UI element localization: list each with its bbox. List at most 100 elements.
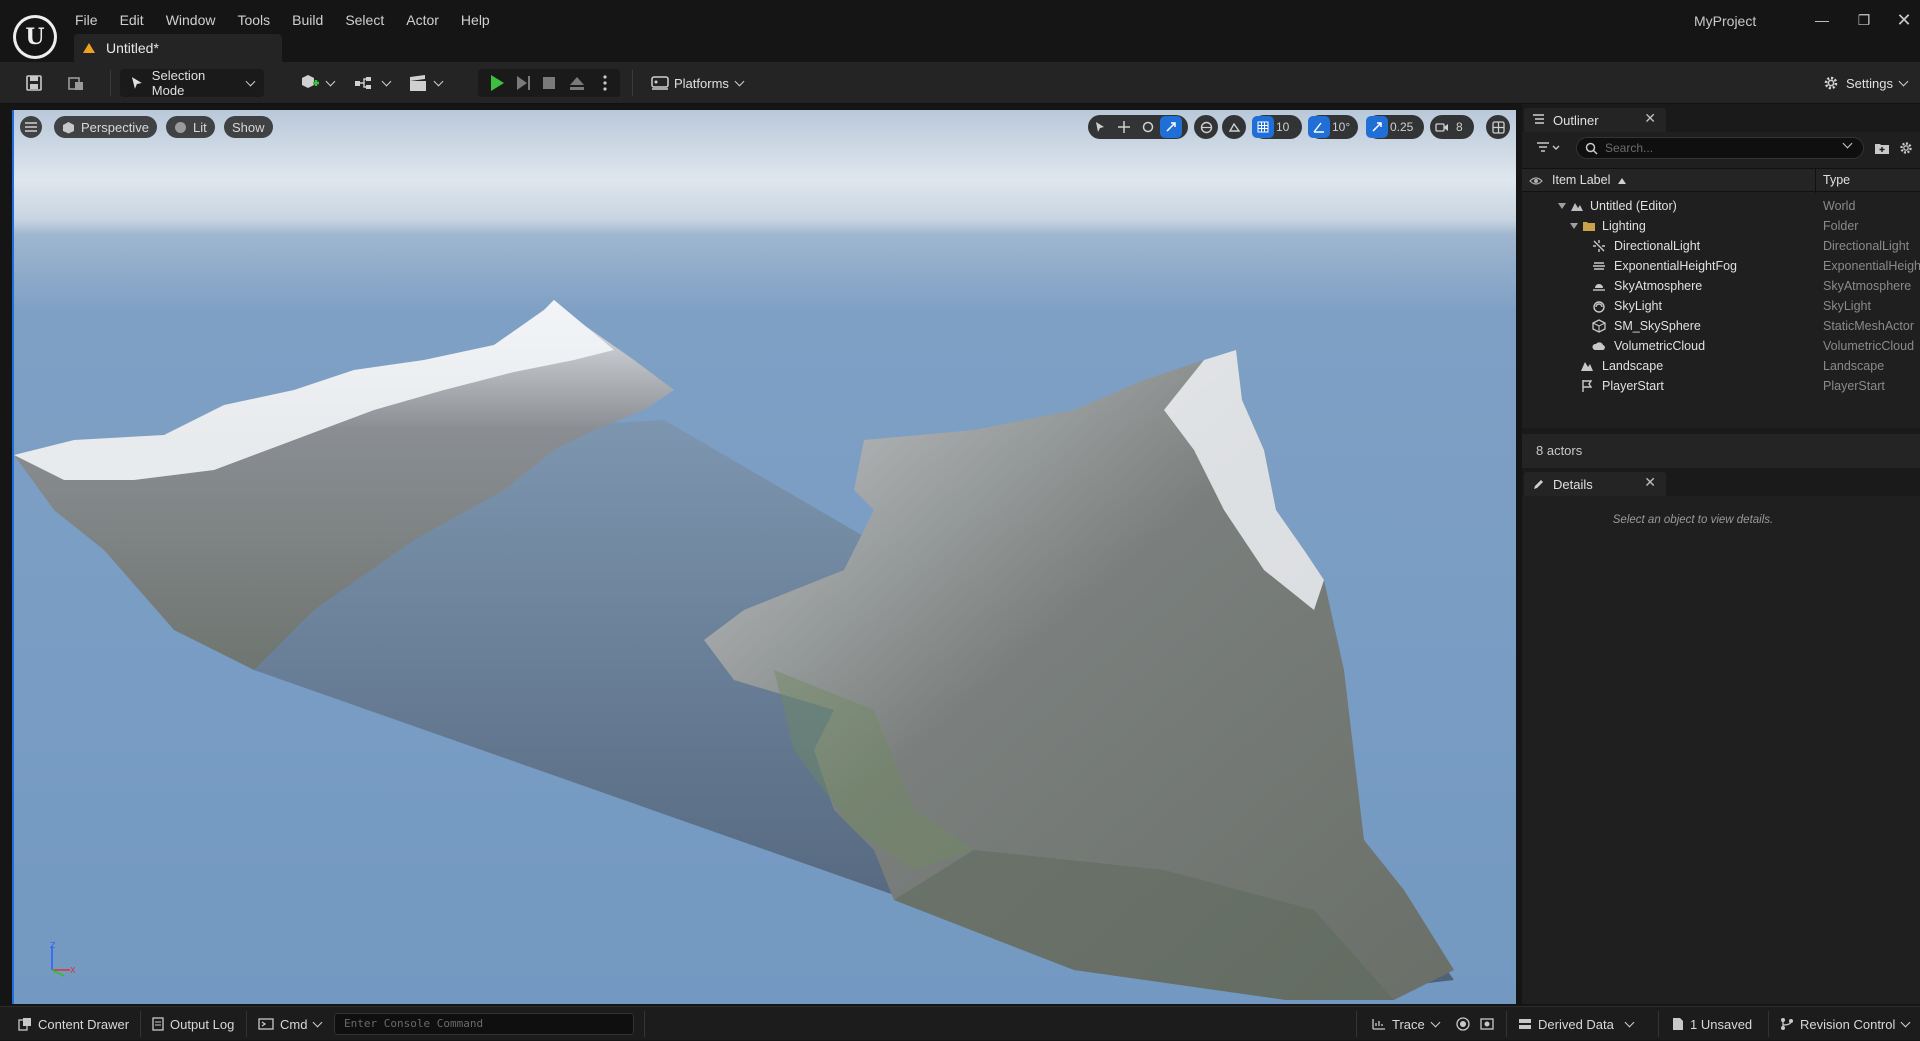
menu-window[interactable]: Window: [155, 10, 227, 30]
row-label: SkyAtmosphere: [1614, 279, 1703, 293]
revision-control-dropdown[interactable]: Revision Control: [1780, 1007, 1911, 1041]
search-icon: [1585, 142, 1598, 155]
advance-frame-icon[interactable]: [514, 74, 532, 92]
row-type: SkyLight: [1823, 299, 1871, 313]
expand-arrow-icon[interactable]: [1570, 223, 1578, 229]
status-separator: [140, 1011, 141, 1037]
settings-dropdown[interactable]: Settings: [1812, 69, 1917, 97]
move-tool-icon[interactable]: [1112, 115, 1136, 139]
fog-icon: [1593, 262, 1605, 270]
outliner-row-sky-atmosphere[interactable]: SkyAtmosphere SkyAtmosphere: [1522, 276, 1920, 296]
rotation-snap-control[interactable]: 10°: [1308, 115, 1358, 139]
scale-tool-icon[interactable]: [1160, 116, 1182, 138]
play-icon[interactable]: [488, 74, 506, 92]
viewport-toolbar: Perspective Lit Show 10 10° 0.25 8: [14, 110, 1516, 144]
outliner-search-input[interactable]: Search...: [1576, 137, 1864, 159]
row-label: Untitled (Editor): [1590, 199, 1677, 213]
perspective-button[interactable]: Perspective: [54, 116, 157, 138]
transform-tools: [1088, 115, 1188, 139]
select-tool-icon[interactable]: [1088, 115, 1112, 139]
unsaved-label: 1 Unsaved: [1690, 1016, 1753, 1032]
save-icon[interactable]: [24, 73, 44, 93]
outliner-icon: [1533, 114, 1544, 124]
player-start-icon: [1582, 380, 1593, 392]
unsaved-file-icon: [1673, 1018, 1683, 1030]
cube-icon: [63, 121, 74, 133]
outliner-row-world[interactable]: Untitled (Editor) World: [1522, 196, 1920, 216]
restore-icon[interactable]: ❐: [1854, 10, 1874, 30]
level-viewport[interactable]: Perspective Lit Show 10 10° 0.25 8 Z X: [12, 110, 1516, 1004]
unreal-logo[interactable]: U: [13, 15, 57, 59]
outliner-row-landscape[interactable]: Landscape Landscape: [1522, 356, 1920, 376]
cmd-dropdown[interactable]: Cmd: [258, 1007, 323, 1041]
menu-actor[interactable]: Actor: [395, 10, 450, 30]
menu-file[interactable]: File: [64, 10, 109, 30]
item-label-column[interactable]: Item Label: [1552, 173, 1610, 187]
viewport-menu-button[interactable]: [20, 116, 42, 138]
eject-icon[interactable]: [568, 74, 586, 92]
close-icon[interactable]: ✕: [1644, 110, 1656, 127]
close-icon[interactable]: ✕: [1894, 10, 1914, 30]
outliner-row-volumetric-cloud[interactable]: VolumetricCloud VolumetricCloud: [1522, 336, 1920, 356]
outliner-tab[interactable]: Outliner ✕: [1524, 108, 1666, 132]
selection-mode-dropdown[interactable]: Selection Mode: [120, 68, 264, 98]
unsaved-button[interactable]: 1 Unsaved: [1672, 1007, 1752, 1041]
status-separator: [1658, 1011, 1659, 1037]
menu-tools[interactable]: Tools: [226, 10, 281, 30]
derived-data-dropdown[interactable]: Derived Data: [1518, 1007, 1635, 1041]
record-button[interactable]: [1456, 1007, 1476, 1041]
camera-speed-control[interactable]: 8: [1430, 115, 1474, 139]
platforms-dropdown[interactable]: Platforms: [640, 69, 753, 97]
minimize-icon[interactable]: —: [1812, 10, 1832, 30]
expand-arrow-icon[interactable]: [1558, 203, 1566, 209]
content-drawer-button[interactable]: Content Drawer: [18, 1007, 129, 1041]
surface-snap-toggle[interactable]: [1222, 115, 1246, 139]
details-tab[interactable]: Details ✕: [1524, 472, 1666, 496]
content-browser-icon[interactable]: [66, 73, 86, 93]
grid-snap-control[interactable]: 10: [1252, 115, 1302, 139]
viewport-layout-button[interactable]: [1486, 115, 1510, 139]
screenshot-button[interactable]: [1480, 1007, 1500, 1041]
rotate-tool-icon[interactable]: [1136, 115, 1160, 139]
menu-help[interactable]: Help: [450, 10, 501, 30]
status-separator: [1506, 1011, 1507, 1037]
outliner-row-folder[interactable]: Lighting Folder: [1522, 216, 1920, 236]
outliner-row-player-start[interactable]: PlayerStart PlayerStart: [1522, 376, 1920, 396]
outliner-row-sky-light[interactable]: SkyLight SkyLight: [1522, 296, 1920, 316]
platforms-icon: [651, 76, 669, 90]
row-type: DirectionalLight: [1823, 239, 1910, 253]
output-log-button[interactable]: Output Log: [152, 1007, 234, 1041]
row-label: PlayerStart: [1602, 379, 1664, 393]
add-folder-icon[interactable]: [1874, 141, 1890, 155]
document-tab[interactable]: Untitled*: [74, 34, 282, 62]
show-button[interactable]: Show: [224, 116, 273, 138]
console-command-input[interactable]: Enter Console Command: [334, 1013, 634, 1035]
type-column[interactable]: Type: [1823, 173, 1850, 187]
blueprint-button[interactable]: [344, 69, 400, 97]
outliner-row-directional-light[interactable]: DirectionalLight DirectionalLight: [1522, 236, 1920, 256]
row-label: VolumetricCloud: [1614, 339, 1706, 353]
row-label: Lighting: [1602, 219, 1646, 233]
settings-label: Settings: [1846, 75, 1893, 91]
more-options-icon[interactable]: [602, 75, 608, 91]
menu-select[interactable]: Select: [334, 10, 395, 30]
scale-snap-control[interactable]: 0.25: [1366, 115, 1424, 139]
add-actor-icon: [302, 75, 319, 88]
stop-icon[interactable]: [541, 75, 557, 91]
menu-build[interactable]: Build: [281, 10, 334, 30]
menu-edit[interactable]: Edit: [109, 10, 155, 30]
details-tab-label: Details: [1553, 476, 1593, 492]
lit-button[interactable]: Lit: [166, 116, 215, 138]
world-local-toggle[interactable]: [1194, 115, 1218, 139]
outliner-row-fog[interactable]: ExponentialHeightFog ExponentialHeightFo…: [1522, 256, 1920, 276]
row-type: World: [1823, 199, 1856, 213]
outliner-row-sky-sphere[interactable]: SM_SkySphere StaticMeshActor: [1522, 316, 1920, 336]
close-icon[interactable]: ✕: [1644, 474, 1656, 491]
cinematics-button[interactable]: [398, 69, 452, 97]
row-type: SkyAtmosphere: [1823, 279, 1912, 293]
add-actor-button[interactable]: [290, 69, 344, 97]
gear-icon[interactable]: [1898, 140, 1914, 156]
filter-icon[interactable]: [1536, 141, 1562, 155]
eye-icon[interactable]: [1529, 175, 1543, 187]
trace-dropdown[interactable]: Trace: [1372, 1007, 1441, 1041]
